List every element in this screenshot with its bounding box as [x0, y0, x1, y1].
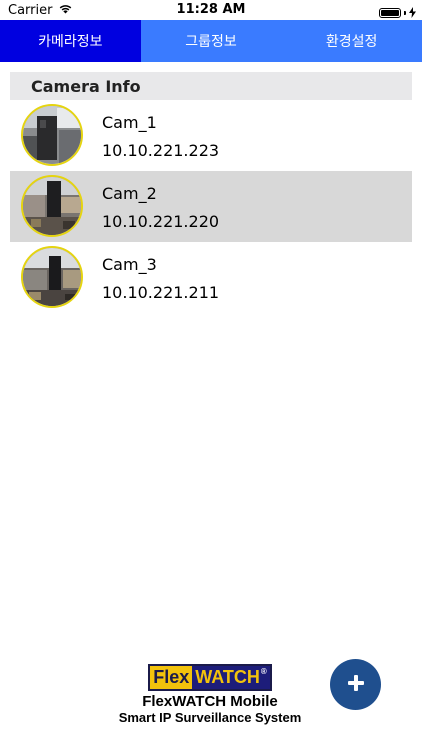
flexwatch-logo: Flex WATCH ®	[148, 664, 272, 691]
camera-name: Cam_2	[102, 184, 157, 203]
tab-bar: 카메라정보 그룹정보 환경설정	[0, 20, 422, 62]
battery-nub	[404, 10, 406, 15]
status-time: 11:28 AM	[176, 2, 246, 17]
brand-title: FlexWATCH Mobile	[142, 693, 278, 710]
section-header: Camera Info	[10, 72, 412, 100]
camera-name: Cam_1	[102, 113, 157, 132]
camera-thumbnail	[21, 104, 83, 166]
tab-settings[interactable]: 환경설정	[281, 20, 422, 62]
logo-watch-block: WATCH ®	[192, 666, 270, 689]
camera-ip: 10.10.221.223	[102, 141, 220, 160]
section-title: Camera Info	[31, 76, 141, 96]
camera-row[interactable]: Cam_1 10.10.221.223	[10, 100, 412, 171]
camera-thumbnail	[21, 175, 83, 237]
battery-fill	[381, 9, 399, 16]
logo-flex-text: Flex	[150, 666, 193, 689]
registered-mark: ®	[260, 667, 267, 676]
camera-thumbnail	[21, 246, 83, 308]
camera-ip: 10.10.221.211	[102, 283, 220, 302]
add-camera-button[interactable]	[330, 659, 381, 710]
camera-row[interactable]: Cam_3 10.10.221.211	[10, 242, 412, 313]
camera-row[interactable]: Cam_2 10.10.221.220	[10, 171, 412, 242]
logo-watch-text: WATCH	[195, 667, 260, 687]
tab-camera-info[interactable]: 카메라정보	[0, 20, 141, 62]
brand-subtitle: Smart IP Surveillance System	[118, 710, 302, 725]
camera-name: Cam_3	[102, 255, 157, 274]
status-bar: Carrier 11:28 AM	[0, 0, 422, 20]
plus-icon	[346, 673, 366, 697]
tab-group-info[interactable]: 그룹정보	[140, 20, 282, 62]
camera-list: Cam_1 10.10.221.223 Cam_2 10.10.221.220	[10, 100, 412, 313]
camera-ip: 10.10.221.220	[102, 212, 220, 231]
battery-icon	[379, 7, 401, 18]
brand-footer: Flex WATCH ® FlexWATCH Mobile Smart IP S…	[60, 664, 360, 726]
